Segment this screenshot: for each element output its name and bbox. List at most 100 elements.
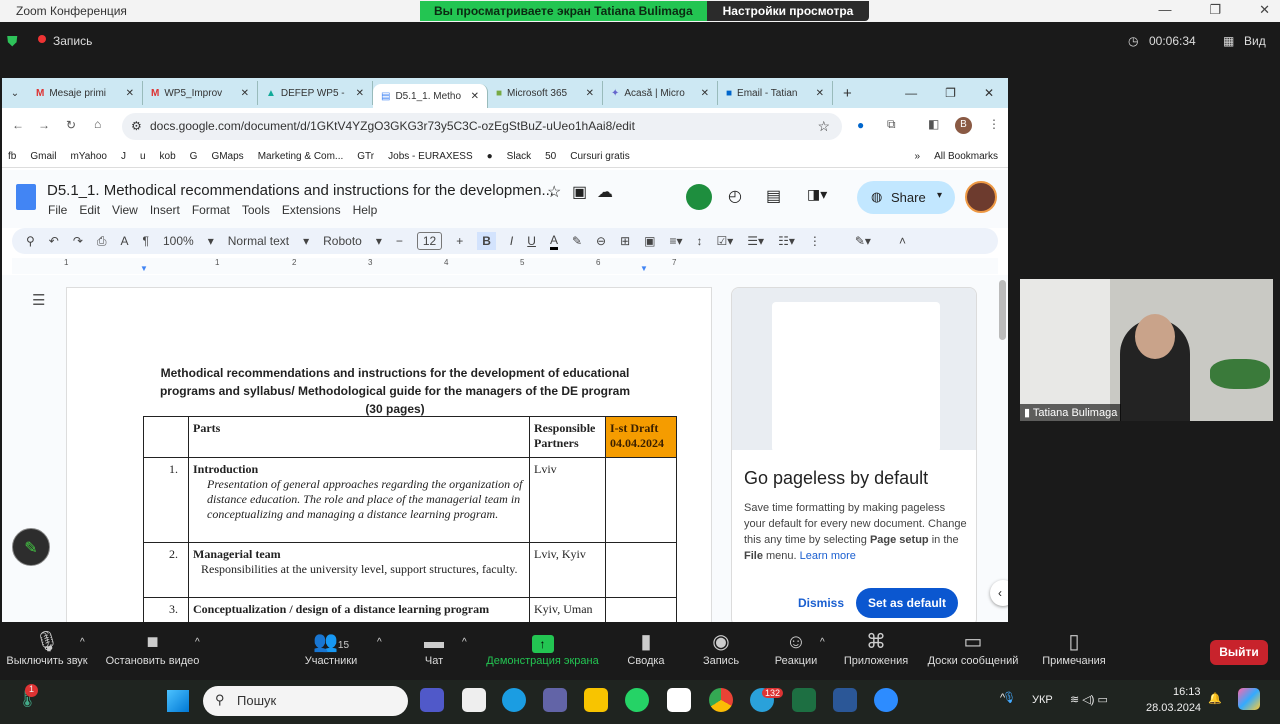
- close-tab-icon[interactable]: ✕: [471, 91, 479, 102]
- table-cell[interactable]: [143, 416, 189, 458]
- leave-button[interactable]: Выйти: [1210, 640, 1268, 665]
- close-tab-icon[interactable]: ✕: [241, 88, 249, 99]
- version-history-icon[interactable]: ◴: [728, 186, 742, 206]
- table-cell[interactable]: [605, 597, 677, 622]
- view-grid-icon[interactable]: ▦: [1223, 34, 1234, 48]
- participant-video[interactable]: ▮ Tatiana Bulimaga: [1020, 279, 1273, 421]
- start-icon[interactable]: [167, 690, 189, 712]
- undo-icon[interactable]: ↶: [49, 234, 59, 248]
- close-tab-icon[interactable]: ✕: [701, 88, 709, 99]
- image-icon[interactable]: ▣: [644, 234, 655, 248]
- clock-date[interactable]: 28.03.2024: [1146, 702, 1201, 714]
- bookmark[interactable]: Jobs - EURAXESS: [388, 151, 472, 162]
- back-icon[interactable]: ←: [12, 118, 24, 132]
- menu-insert[interactable]: Insert: [150, 203, 180, 217]
- table-cell[interactable]: Managerial team Responsibilities at the u…: [188, 542, 530, 598]
- bookmark[interactable]: GMaps: [211, 151, 243, 162]
- participants-button[interactable]: 👥15 Участники: [300, 625, 362, 667]
- notifications-icon[interactable]: 🔔: [1208, 692, 1222, 705]
- clock-time[interactable]: 16:13: [1173, 686, 1201, 698]
- chevron-down-icon[interactable]: ▾: [303, 234, 309, 248]
- increase-size-icon[interactable]: +: [456, 234, 463, 248]
- extensions-icon[interactable]: ⧉: [887, 117, 896, 132]
- browser-tab[interactable]: ✦ Acasă | Micro ✕: [603, 81, 718, 105]
- edit-fab-icon[interactable]: ✎: [12, 528, 50, 566]
- menu-edit[interactable]: Edit: [79, 203, 100, 217]
- bold-icon[interactable]: B: [477, 232, 496, 250]
- checklist-icon[interactable]: ☑▾: [717, 234, 734, 248]
- chevron-up-icon[interactable]: ^: [195, 637, 200, 648]
- globe-icon[interactable]: ●: [487, 151, 493, 162]
- chevron-down-icon[interactable]: ▾: [376, 234, 382, 248]
- close-tab-icon[interactable]: ✕: [356, 88, 364, 99]
- row-number[interactable]: 1.: [143, 457, 189, 543]
- menu-tools[interactable]: Tools: [242, 203, 270, 217]
- sidepanel-icon[interactable]: ◧: [928, 117, 939, 131]
- new-tab-icon[interactable]: +: [843, 85, 852, 102]
- teams-icon[interactable]: [420, 688, 444, 712]
- taskbar-search[interactable]: ⚲ Пошук: [203, 686, 408, 716]
- menu-format[interactable]: Format: [192, 203, 230, 217]
- teams-icon[interactable]: [543, 688, 567, 712]
- close-icon[interactable]: ✕: [984, 86, 994, 100]
- row-number[interactable]: 3.: [143, 597, 189, 622]
- search-icon[interactable]: ⚲: [26, 234, 35, 248]
- all-bookmarks[interactable]: All Bookmarks: [934, 151, 1008, 162]
- header-parts[interactable]: Parts: [188, 416, 530, 458]
- numbered-list-icon[interactable]: ☷▾: [778, 234, 795, 248]
- bookmark-star-icon[interactable]: ☆: [817, 118, 830, 135]
- apps-button[interactable]: ⌘ Приложения: [840, 625, 912, 667]
- zoom-extension-icon[interactable]: ●: [857, 118, 864, 132]
- snipping-tool-icon[interactable]: [462, 688, 486, 712]
- excel-icon[interactable]: [792, 688, 816, 712]
- menu-help[interactable]: Help: [353, 203, 378, 217]
- editing-mode-icon[interactable]: ✎▾: [855, 234, 871, 248]
- bookmark[interactable]: mYahoo: [70, 151, 107, 162]
- table-cell[interactable]: [605, 542, 677, 598]
- header-draft[interactable]: I-st Draft 04.04.2024: [605, 416, 677, 458]
- chevron-up-icon[interactable]: ^: [462, 637, 467, 648]
- url-input[interactable]: ⚙ docs.google.com/document/d/1GKtV4YZgO3G…: [122, 113, 842, 140]
- table-cell[interactable]: Introduction Presentation of general appr…: [188, 457, 530, 543]
- row-number[interactable]: 2.: [143, 542, 189, 598]
- reload-icon[interactable]: ↻: [66, 118, 76, 132]
- browser-tab[interactable]: M Mesaje primi ✕: [28, 81, 143, 105]
- copilot-icon[interactable]: [1238, 688, 1260, 710]
- browser-tab[interactable]: ▲ DEFEP WP5 - ✕: [258, 81, 373, 105]
- close-icon[interactable]: ✕: [1259, 2, 1270, 18]
- recording-label[interactable]: Запись: [53, 34, 92, 48]
- bookmark[interactable]: kob: [160, 151, 176, 162]
- set-as-default-button[interactable]: Set as default: [856, 588, 958, 618]
- bookmark[interactable]: Gmail: [30, 151, 56, 162]
- row-partners[interactable]: Lviv, Kyiv: [529, 542, 606, 598]
- close-tab-icon[interactable]: ✕: [126, 88, 134, 99]
- bookmark[interactable]: Marketing & Com...: [258, 151, 344, 162]
- bookmark[interactable]: GTr: [357, 151, 374, 162]
- file-explorer-icon[interactable]: [584, 688, 608, 712]
- app-icon[interactable]: [667, 688, 691, 712]
- bookmark[interactable]: 50: [545, 151, 556, 162]
- chevron-down-icon[interactable]: ▾: [208, 234, 214, 248]
- bookmark[interactable]: J: [121, 151, 126, 162]
- table-cell[interactable]: Conceptualization / design of a distance…: [188, 597, 530, 622]
- meet-icon[interactable]: ◨▾: [807, 186, 827, 203]
- collapse-icon[interactable]: ˄: [899, 234, 906, 248]
- reactions-button[interactable]: ☺ Реакции: [772, 625, 820, 667]
- more-icon[interactable]: ⋮: [809, 234, 821, 248]
- decrease-size-icon[interactable]: −: [396, 234, 403, 248]
- zoom-app-icon[interactable]: [874, 688, 898, 712]
- document-page[interactable]: Methodical recommendations and instructi…: [66, 287, 712, 622]
- star-icon[interactable]: ☆: [547, 182, 561, 202]
- account-avatar[interactable]: [965, 181, 997, 213]
- view-settings-button[interactable]: Настройки просмотра: [706, 1, 870, 21]
- browser-tab[interactable]: ■ Microsoft 365 ✕: [488, 81, 603, 105]
- language-indicator[interactable]: УКР: [1032, 694, 1053, 706]
- side-panel-toggle-icon[interactable]: ‹: [990, 580, 1008, 606]
- dismiss-button[interactable]: Dismiss: [798, 596, 844, 610]
- bookmark[interactable]: fb: [8, 151, 16, 162]
- highlight-icon[interactable]: ✎: [572, 234, 582, 248]
- move-icon[interactable]: ▣: [572, 182, 587, 202]
- menu-file[interactable]: File: [48, 203, 67, 217]
- chrome-icon[interactable]: [709, 688, 733, 712]
- docs-logo-icon[interactable]: [16, 184, 36, 210]
